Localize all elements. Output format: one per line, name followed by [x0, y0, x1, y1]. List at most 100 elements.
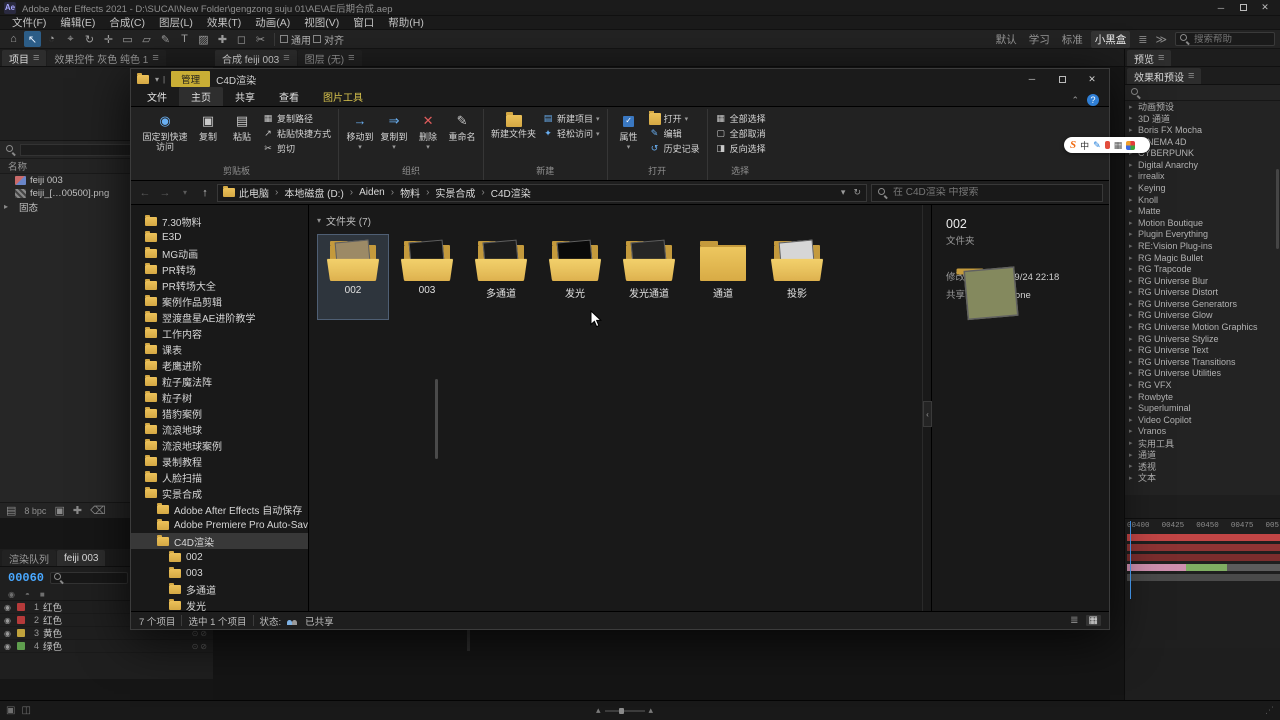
menu-item[interactable]: 编辑(E) [54, 15, 101, 30]
ribbon-small-button[interactable]: 历史记录 [647, 142, 702, 155]
layer-switches[interactable]: ⊙⊘ [192, 642, 209, 651]
manage-contextual-label[interactable]: 管理 [171, 71, 211, 87]
expand-caret-icon[interactable]: ▸ [1129, 254, 1135, 262]
preview-panel-tab[interactable]: 预览 ≡ [1127, 50, 1172, 66]
effects-category-row[interactable]: ▸ RG Universe Utilities [1125, 368, 1280, 380]
tree-item[interactable]: 案例作品剪辑 [131, 293, 308, 309]
expand-caret-icon[interactable]: ▸ [1129, 346, 1135, 354]
timeline-layer-bar[interactable] [1127, 564, 1280, 571]
align-checkbox[interactable] [313, 35, 321, 43]
ribbon-button[interactable]: 删除 [412, 109, 444, 162]
folder-group-header[interactable]: ▾ 文件夹 (7) [317, 213, 918, 228]
ribbon-button[interactable]: 复制到 [378, 109, 410, 162]
help-search-box[interactable] [1175, 32, 1275, 46]
expand-caret-icon[interactable]: ▸ [1129, 404, 1135, 412]
workspace-tab[interactable]: 学习 [1025, 31, 1054, 48]
menu-item[interactable]: 效果(T) [201, 15, 247, 30]
effects-category-row[interactable]: ▸ RG Trapcode [1125, 263, 1280, 275]
zoom-out-icon[interactable]: ▴ [596, 705, 601, 716]
effects-category-row[interactable]: ▸ 透视 [1125, 460, 1280, 472]
effects-search-input[interactable] [1145, 87, 1274, 98]
expand-caret-icon[interactable]: ▸ [1129, 311, 1135, 319]
tool-icon[interactable]: ✎ [157, 31, 174, 47]
expand-caret-icon[interactable]: ▸ [1129, 207, 1135, 215]
tool-icon[interactable]: ▱ [138, 31, 155, 47]
timeline-search-box[interactable] [50, 572, 129, 584]
menu-item[interactable]: 视图(V) [298, 15, 345, 30]
layer-name[interactable]: 绿色 [43, 639, 62, 653]
tool-icon[interactable]: ▨ [195, 31, 212, 47]
expand-caret-icon[interactable]: ▸ [1129, 103, 1135, 111]
expand-caret-icon[interactable]: ▸ [1129, 277, 1135, 285]
tool-icon[interactable]: ✛ [100, 31, 117, 47]
menu-item[interactable]: 合成(C) [103, 15, 151, 30]
tree-item[interactable]: Adobe Premiere Pro Auto-Save [131, 517, 308, 533]
effects-category-row[interactable]: ▸ 文本 [1125, 472, 1280, 484]
folder-tile[interactable]: 002 [317, 234, 389, 320]
layer-visibility-icon[interactable]: ◉ [4, 603, 13, 612]
new-comp-icon[interactable]: ✚ [73, 504, 82, 517]
panel-menu-icon[interactable]: ≡ [283, 52, 289, 64]
ime-mic-icon[interactable] [1104, 141, 1110, 149]
zoom-slider[interactable] [604, 707, 645, 714]
ae-close-button[interactable]: ✕ [1254, 1, 1276, 15]
tree-item[interactable]: 流浪地球 [131, 421, 308, 437]
ribbon-small-button[interactable]: 新建项目 [540, 112, 602, 125]
history-dropdown-icon[interactable]: ▾ [177, 188, 193, 197]
delete-item-icon[interactable]: ⌫ [90, 504, 106, 517]
tree-item[interactable]: 人脸扫描 [131, 469, 308, 485]
tool-icon[interactable]: ⌖ [62, 31, 79, 47]
effects-category-row[interactable]: ▸ RG Universe Transitions [1125, 356, 1280, 368]
tree-item[interactable]: 多通道 [131, 581, 308, 597]
viewer-tab[interactable]: 图层 (无) ≡ [297, 50, 362, 66]
tool-icon[interactable]: ◻ [233, 31, 250, 47]
effects-category-row[interactable]: ▸ Vranos [1125, 426, 1280, 438]
panel-menu-icon[interactable]: ≡ [152, 52, 158, 64]
folder-tile[interactable]: 003 [391, 234, 463, 320]
workspace-tab[interactable]: 小黑盒 [1090, 30, 1131, 48]
sogou-logo-icon[interactable]: S [1070, 139, 1076, 151]
explorer-minimize-button[interactable]: ─ [1017, 69, 1047, 89]
tool-icon[interactable]: T [176, 31, 193, 47]
viewer-tab[interactable]: 合成 feiji 003 ≡ [215, 50, 297, 66]
collapse-ribbon-icon[interactable]: ⌃ [1071, 95, 1079, 106]
expand-caret-icon[interactable]: ▸ [1129, 439, 1135, 447]
expand-caret-icon[interactable]: ▸ [1129, 126, 1135, 134]
effects-category-row[interactable]: ▸ 动画预设 [1125, 101, 1280, 113]
layer-visibility-icon[interactable]: ◉ [4, 629, 13, 638]
timeline-search-input[interactable] [67, 573, 126, 583]
effects-category-row[interactable]: ▸ 3D 通道 [1125, 113, 1280, 125]
address-dropdown-icon[interactable]: ▾ [841, 187, 846, 198]
tree-item[interactable]: 7.30物料 [131, 213, 308, 229]
tree-item[interactable]: 003 [131, 565, 308, 581]
tool-icon[interactable]: ▭ [119, 31, 136, 47]
ae-minimize-button[interactable]: ─ [1210, 1, 1232, 15]
panel-tab[interactable]: 项目 ≡ [2, 50, 47, 66]
folder-tile[interactable]: 多通道 [465, 234, 537, 320]
expand-caret-icon[interactable]: ▸ [1129, 462, 1135, 470]
tool-icon[interactable]: ✚ [214, 31, 231, 47]
expand-caret-icon[interactable]: ▸ [1129, 323, 1135, 331]
expand-caret-icon[interactable]: ▸ [1129, 230, 1135, 238]
layer-name[interactable]: 红色 [43, 613, 62, 627]
workspace-menu-icon[interactable]: ≣ [1138, 33, 1147, 46]
expand-caret-icon[interactable]: ▸ [1129, 451, 1135, 459]
workspace-tab[interactable]: 标准 [1058, 31, 1087, 48]
folder-tile[interactable]: 发光 [539, 234, 611, 320]
timeline-layer-bar[interactable] [1127, 554, 1280, 561]
effects-scrollbar[interactable] [1276, 169, 1279, 249]
ribbon-button[interactable]: 重命名 [446, 109, 478, 162]
ribbon-small-button[interactable]: 轻松访问 [540, 127, 602, 140]
effects-category-row[interactable]: ▸ Matte [1125, 205, 1280, 217]
timeline-layer-bar[interactable] [1127, 544, 1280, 551]
tree-item[interactable]: 老鹰进阶 [131, 357, 308, 373]
tool-icon[interactable]: ◔ [43, 31, 60, 47]
project-color-depth[interactable]: 8 bpc [24, 506, 46, 516]
timeline-layer-bar[interactable] [1127, 534, 1280, 541]
help-search-input[interactable] [1194, 33, 1270, 45]
tree-item[interactable]: 录制教程 [131, 453, 308, 469]
breadcrumb-item[interactable]: 此电脑 [239, 185, 284, 200]
breadcrumb-item[interactable]: Aiden [359, 187, 400, 198]
explorer-search-box[interactable] [871, 183, 1103, 202]
expand-caret-icon[interactable]: ▸ [1129, 161, 1135, 169]
